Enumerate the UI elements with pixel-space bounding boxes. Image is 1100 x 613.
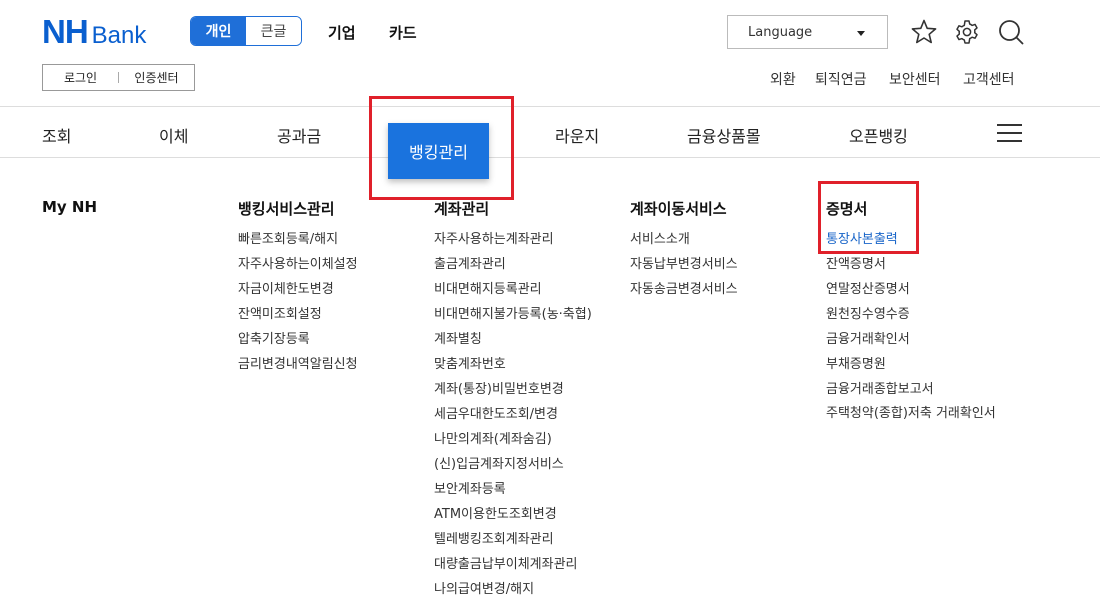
- logo-nh-text: NH: [42, 13, 89, 50]
- util-link-pension[interactable]: 퇴직연금: [815, 69, 867, 89]
- util-link-support[interactable]: 고객센터: [963, 69, 1015, 89]
- nav-item-transfer[interactable]: 이체: [159, 123, 188, 147]
- mode-toggle: 개인 큰글: [190, 16, 302, 46]
- menu-link[interactable]: 주택청약(종합)저축 거래확인서: [826, 402, 1002, 422]
- gear-icon[interactable]: [953, 18, 981, 46]
- mode-personal-button[interactable]: 개인: [191, 17, 246, 45]
- nav-item-utility[interactable]: 공과금: [277, 123, 321, 147]
- menu-link[interactable]: 자금이체한도변경: [238, 277, 358, 302]
- main-nav: 조회 이체 공과금 라운지 금융상품몰 오픈뱅킹: [0, 106, 1100, 158]
- menu-column-account-move: 계좌이동서비스 서비스소개 자동납부변경서비스 자동송금변경서비스: [630, 198, 738, 302]
- nav-item-products[interactable]: 금융상품몰: [687, 123, 761, 147]
- menu-link[interactable]: 서비스소개: [630, 227, 738, 252]
- menu-column-title: 계좌이동서비스: [630, 200, 727, 218]
- menu-link[interactable]: 잔액증명서: [826, 252, 1002, 277]
- menu-link[interactable]: 출금계좌관리: [434, 252, 592, 277]
- cert-center-button[interactable]: 인증센터: [119, 69, 194, 86]
- menu-link[interactable]: 자동납부변경서비스: [630, 252, 738, 277]
- menu-link[interactable]: 텔레뱅킹조회계좌관리: [434, 527, 592, 552]
- logo-bank-text: Bank: [91, 22, 147, 49]
- caret-down-icon: [857, 31, 865, 36]
- menu-link[interactable]: 보안계좌등록: [434, 477, 592, 502]
- highlight-box-certificate: [818, 181, 919, 254]
- menu-link[interactable]: 금리변경내역알림신청: [238, 352, 358, 377]
- menu-link[interactable]: 나만의계좌(계좌숨김): [434, 427, 592, 452]
- menu-column-mynh: My NH: [42, 198, 97, 227]
- star-icon[interactable]: [910, 18, 938, 46]
- menu-link[interactable]: (신)입금계좌지정서비스: [434, 452, 592, 477]
- menu-link[interactable]: 잔액미조회설정: [238, 302, 358, 327]
- nav-item-openbanking[interactable]: 오픈뱅킹: [849, 123, 908, 147]
- search-icon[interactable]: [997, 18, 1025, 46]
- menu-link[interactable]: 계좌(통장)비밀번호변경: [434, 377, 592, 402]
- menu-link[interactable]: 금융거래확인서: [826, 327, 1002, 352]
- highlight-box-nav: [369, 96, 514, 200]
- menu-link[interactable]: 비대면해지등록관리: [434, 277, 592, 302]
- auth-box: 로그인 인증센터: [42, 64, 195, 91]
- language-select-label: Language: [748, 24, 813, 40]
- util-link-forex[interactable]: 외환: [770, 69, 796, 89]
- nav-item-inquiry[interactable]: 조회: [42, 123, 71, 147]
- menu-link[interactable]: 자동송금변경서비스: [630, 277, 738, 302]
- menu-column-banking-service: 뱅킹서비스관리 빠른조회등록/해지 자주사용하는이체설정 자금이체한도변경 잔액…: [238, 198, 358, 377]
- util-link-security[interactable]: 보안센터: [889, 69, 941, 89]
- menu-link[interactable]: 나의급여변경/해지: [434, 577, 592, 602]
- menu-column-title: 뱅킹서비스관리: [238, 200, 335, 218]
- menu-link[interactable]: 빠른조회등록/해지: [238, 227, 358, 252]
- menu-column-title: 계좌관리: [434, 200, 490, 218]
- nav-item-lounge[interactable]: 라운지: [555, 123, 599, 147]
- top-link-card[interactable]: 카드: [389, 22, 417, 43]
- menu-link[interactable]: 대량출금납부이체계좌관리: [434, 552, 592, 577]
- language-select[interactable]: Language: [727, 15, 888, 49]
- menu-link[interactable]: 압축기장등록: [238, 327, 358, 352]
- nh-bank-logo[interactable]: NH Bank: [42, 15, 146, 48]
- menu-link[interactable]: 연말정산증명서: [826, 277, 1002, 302]
- menu-link[interactable]: 맞춤계좌번호: [434, 352, 592, 377]
- menu-link[interactable]: 비대면해지불가등록(농·축협): [434, 302, 592, 327]
- menu-link[interactable]: 자주사용하는이체설정: [238, 252, 358, 277]
- hamburger-icon[interactable]: [997, 124, 1022, 142]
- menu-column-title[interactable]: My NH: [42, 198, 97, 218]
- menu-link[interactable]: ATM이용한도조회변경: [434, 502, 592, 527]
- menu-link[interactable]: 원천징수영수증: [826, 302, 1002, 327]
- menu-link[interactable]: 금융거래종합보고서: [826, 377, 1002, 402]
- mode-large-text-button[interactable]: 큰글: [246, 17, 301, 45]
- menu-column-account: 계좌관리 자주사용하는계좌관리 출금계좌관리 비대면해지등록관리 비대면해지불가…: [434, 198, 592, 602]
- menu-link[interactable]: 부채증명원: [826, 352, 1002, 377]
- top-link-corporate[interactable]: 기업: [328, 22, 356, 43]
- login-button[interactable]: 로그인: [43, 69, 118, 86]
- menu-link[interactable]: 자주사용하는계좌관리: [434, 227, 592, 252]
- menu-link[interactable]: 세금우대한도조회/변경: [434, 402, 592, 427]
- menu-link[interactable]: 계좌별칭: [434, 327, 592, 352]
